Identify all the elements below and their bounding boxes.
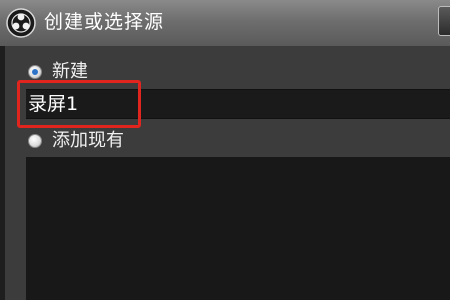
source-name-input[interactable]: 录屏1 — [26, 89, 450, 119]
existing-sources-list[interactable] — [26, 157, 450, 300]
create-select-source-dialog: 创建或选择源 新建 录屏1 添加现有 — [0, 0, 450, 300]
radio-create-new-indicator[interactable] — [28, 65, 42, 79]
obs-logo-icon — [6, 8, 36, 38]
close-button[interactable] — [438, 6, 450, 36]
radio-create-new-label: 新建 — [52, 61, 88, 82]
source-name-value: 录屏1 — [28, 93, 79, 115]
title-bar: 创建或选择源 — [0, 0, 450, 47]
radio-add-existing-label: 添加现有 — [52, 130, 124, 151]
radio-add-existing-indicator[interactable] — [28, 134, 42, 148]
window-title: 创建或选择源 — [44, 11, 165, 33]
